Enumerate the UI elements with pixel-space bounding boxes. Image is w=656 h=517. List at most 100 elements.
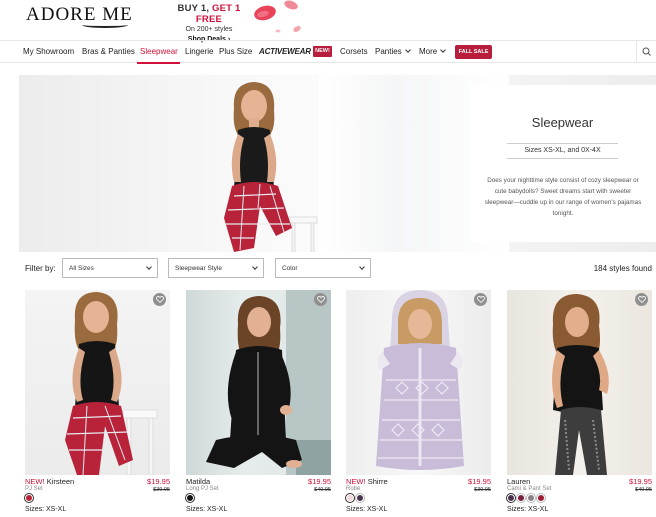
favorite-button[interactable]	[314, 293, 327, 306]
petals-decoration	[254, 0, 301, 33]
favorite-button[interactable]	[153, 293, 166, 306]
color-swatch[interactable]	[537, 494, 545, 502]
heart-icon	[316, 296, 325, 303]
product-type: PJ Set	[25, 486, 43, 492]
chevron-down-icon	[252, 264, 258, 270]
product-name[interactable]: NEW! Shirre	[346, 477, 388, 486]
product-card[interactable]: NEW! Kirsteen PJ Set $19.95 $39.95 Sizes…	[25, 290, 170, 517]
new-tag: NEW!	[25, 477, 45, 486]
product-sizes: Sizes: XS-XL	[186, 506, 228, 513]
results-count: 184 styles found	[593, 264, 652, 273]
hero-description: Does your nighttime style consist of coz…	[484, 177, 642, 217]
promo-subtitle: On 200+ styles	[185, 26, 233, 33]
size-filter-select[interactable]: All Sizes	[62, 258, 158, 278]
product-old-price: $49.95	[635, 487, 652, 493]
product-card[interactable]: Lauren Cami & Pant Set $19.95 $49.95 Siz…	[507, 290, 652, 517]
product-old-price: $39.95	[153, 487, 170, 493]
product-sizes: Sizes: XS-XL	[25, 506, 67, 513]
product-image[interactable]	[346, 290, 491, 475]
product-image[interactable]	[507, 290, 652, 475]
promo-banner[interactable]: BUY 1, GET 1 FREE On 200+ styles Shop De…	[168, 3, 250, 43]
product-name[interactable]: Lauren	[507, 477, 530, 486]
product-sizes: Sizes: XS-XL	[507, 506, 549, 513]
product-type: Cami & Pant Set	[507, 486, 552, 492]
color-swatches	[186, 494, 194, 503]
nav-item-plus-size[interactable]: Plus Size	[219, 47, 252, 56]
color-swatches	[25, 494, 33, 503]
color-swatches	[346, 494, 364, 503]
chevron-down-icon	[404, 47, 411, 53]
product-name[interactable]: NEW! Kirsteen	[25, 477, 74, 486]
nav-item-corsets[interactable]: Corsets	[340, 47, 368, 56]
main-nav: My Showroom Bras & Panties Sleepwear Lin…	[0, 40, 656, 64]
hero-info-card: Sleepwear Sizes XS-XL, and 0X-4X Does yo…	[469, 85, 656, 242]
nav-item-activewear[interactable]: ACTIVEWEAR	[259, 47, 311, 56]
product-sizes: Sizes: XS-XL	[346, 506, 388, 513]
new-tag: NEW!	[346, 477, 366, 486]
chevron-down-icon	[440, 47, 447, 53]
filter-bar: Filter by: All Sizes Sleepwear Style Col…	[0, 258, 656, 278]
product-photo-kirsteen	[65, 292, 158, 475]
product-name[interactable]: Matilda	[186, 477, 210, 486]
search-icon	[642, 47, 651, 56]
product-photo-matilda	[206, 290, 331, 475]
fall-sale-button[interactable]: FALL SALE	[455, 45, 492, 59]
product-price: $19.95	[308, 477, 331, 486]
product-price: $19.95	[147, 477, 170, 486]
style-filter-select[interactable]: Sleepwear Style	[168, 258, 264, 278]
top-header: ADORE ME BUY 1, GET 1 FREE On 200+ style…	[0, 0, 656, 43]
filter-label: Filter by:	[25, 264, 56, 273]
color-filter-value: Color	[282, 265, 298, 272]
chevron-down-icon	[146, 264, 152, 270]
favorite-button[interactable]	[474, 293, 487, 306]
hero-model-image	[224, 82, 292, 252]
product-card[interactable]: Matilda Long PJ Set $19.95 $49.95 Sizes:…	[186, 290, 331, 517]
color-swatch[interactable]	[527, 494, 535, 502]
color-swatch[interactable]	[25, 494, 33, 502]
color-swatch[interactable]	[507, 494, 515, 502]
hero-title: Sleepwear	[531, 115, 594, 130]
product-old-price: $49.95	[314, 487, 331, 493]
color-swatches	[507, 494, 545, 503]
product-price: $19.95	[468, 477, 491, 486]
active-nav-indicator	[137, 62, 180, 64]
color-swatch[interactable]	[517, 494, 525, 502]
product-image[interactable]	[25, 290, 170, 475]
hero-banner: Sleepwear Sizes XS-XL, and 0X-4X Does yo…	[19, 75, 656, 252]
nav-item-more[interactable]: More	[419, 47, 447, 56]
favorite-button[interactable]	[635, 293, 648, 306]
new-badge: NEW!	[313, 46, 332, 57]
logo-swoosh	[82, 22, 128, 28]
style-filter-value: Sleepwear Style	[175, 265, 222, 272]
product-name-text: Shirre	[367, 477, 388, 486]
product-photo-shirre	[376, 290, 464, 470]
color-swatch[interactable]	[356, 494, 364, 502]
chevron-down-icon	[359, 264, 365, 270]
nav-item-more-label: More	[419, 47, 438, 56]
hero-sizes: Sizes XS-XL, and 0X-4X	[507, 143, 618, 159]
nav-item-my-showroom[interactable]: My Showroom	[23, 47, 74, 56]
product-type: Robe	[346, 486, 361, 492]
promo-title-prefix: BUY 1,	[177, 3, 210, 14]
promo-title: BUY 1, GET 1 FREE	[168, 3, 250, 25]
size-filter-value: All Sizes	[69, 265, 94, 272]
heart-icon	[637, 296, 646, 303]
heart-icon	[155, 296, 164, 303]
product-type: Long PJ Set	[186, 486, 219, 492]
color-filter-select[interactable]: Color	[275, 258, 371, 278]
product-old-price: $39.95	[474, 487, 491, 493]
product-photo-lauren	[552, 294, 609, 475]
product-name-text: Matilda	[186, 477, 211, 486]
search-button[interactable]	[636, 41, 656, 63]
product-name-text: Lauren	[507, 477, 531, 486]
heart-icon	[476, 296, 485, 303]
color-swatch[interactable]	[346, 494, 354, 502]
color-swatch[interactable]	[186, 494, 194, 502]
nav-item-panties[interactable]: Panties	[375, 47, 411, 56]
nav-item-lingerie[interactable]: Lingerie	[185, 47, 213, 56]
nav-item-bras-panties[interactable]: Bras & Panties	[82, 47, 135, 56]
nav-item-sleepwear[interactable]: Sleepwear	[140, 47, 178, 56]
product-card[interactable]: NEW! Shirre Robe $19.95 $39.95 Sizes: XS…	[346, 290, 491, 517]
product-image[interactable]	[186, 290, 331, 475]
product-price: $19.95	[629, 477, 652, 486]
